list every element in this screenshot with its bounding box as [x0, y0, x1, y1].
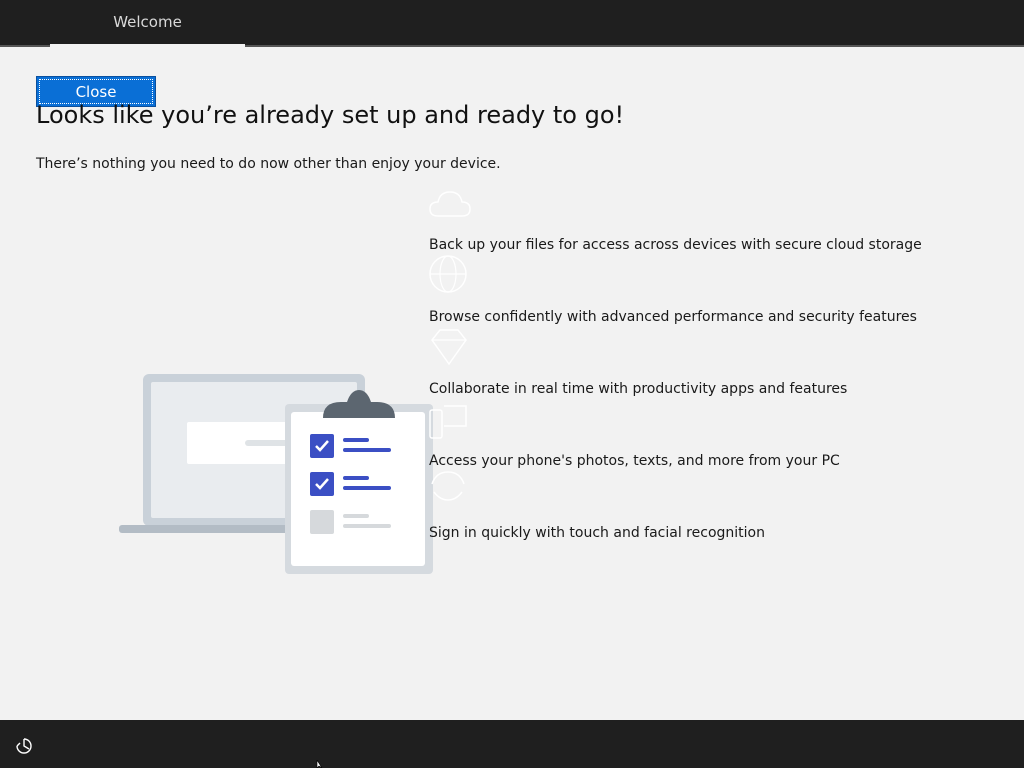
face-recognition-icon	[431, 471, 465, 501]
feature-browse-text: Browse confidently with advanced perform…	[429, 309, 917, 325]
ease-of-access-icon[interactable]	[14, 736, 34, 756]
feature-phone-text: Access your phone's photos, texts, and m…	[429, 453, 840, 469]
laptop-checklist-illustration	[119, 374, 433, 574]
bottom-bar	[0, 720, 1024, 768]
cloud-icon	[429, 191, 471, 217]
tab-welcome[interactable]: Welcome	[50, 0, 245, 46]
top-bar: Welcome	[0, 0, 1024, 47]
mouse-cursor-icon	[316, 760, 323, 768]
feature-signin-text: Sign in quickly with touch and facial re…	[429, 525, 765, 541]
phone-pc-icon	[429, 405, 467, 439]
tab-welcome-underline	[50, 44, 245, 47]
feature-collaborate-text: Collaborate in real time with productivi…	[429, 381, 848, 397]
globe-icon	[429, 255, 467, 293]
page-subtitle: There’s nothing you need to do now other…	[36, 156, 501, 172]
feature-cloud-text: Back up your files for access across dev…	[429, 237, 922, 253]
diamond-icon	[431, 329, 467, 366]
page-title: Looks like you’re already set up and rea…	[36, 101, 625, 129]
